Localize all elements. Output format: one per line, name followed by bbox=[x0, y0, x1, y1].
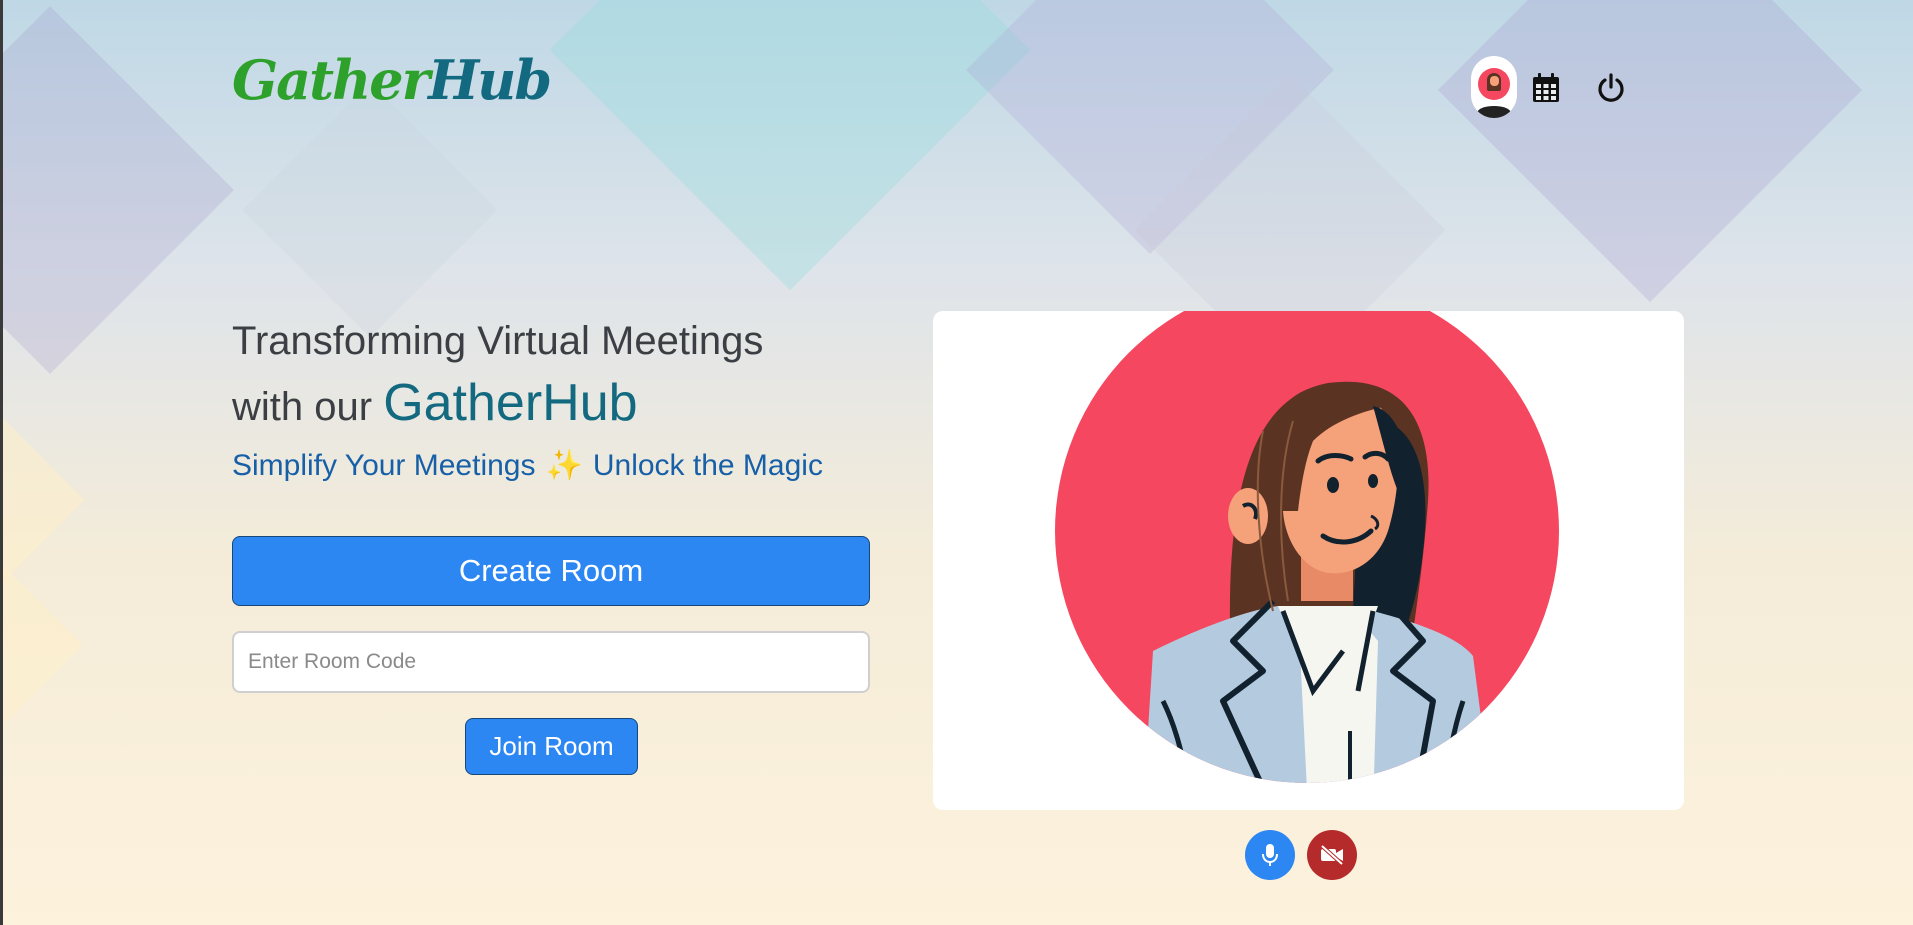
user-avatar-illustration bbox=[1055, 311, 1559, 783]
create-room-button[interactable]: Create Room bbox=[232, 536, 870, 606]
hero-title-prefix: with our bbox=[232, 385, 373, 429]
sparkles-icon: ✨ bbox=[545, 449, 583, 482]
window-edge bbox=[0, 0, 3, 925]
user-avatar-icon[interactable] bbox=[1471, 56, 1517, 118]
avatar-face bbox=[1490, 76, 1499, 86]
camera-preview bbox=[933, 311, 1684, 810]
hero-title-line1: Transforming Virtual Meetings bbox=[232, 319, 764, 363]
hero-tagline: Simplify Your Meetings ✨ Unlock the Magic bbox=[232, 448, 823, 483]
camera-toggle-button[interactable] bbox=[1307, 830, 1357, 880]
join-room-button[interactable]: Join Room bbox=[465, 718, 638, 775]
video-off-icon bbox=[1320, 844, 1344, 866]
power-icon[interactable] bbox=[1591, 68, 1631, 108]
microphone-toggle-button[interactable] bbox=[1245, 830, 1295, 880]
app-logo[interactable]: GatherHub bbox=[232, 48, 552, 112]
hero-title: Transforming Virtual Meetings with our G… bbox=[232, 310, 763, 438]
tagline-part1: Simplify Your Meetings bbox=[232, 449, 536, 482]
avatar-shadow bbox=[1477, 106, 1511, 118]
logo-text-hub: Hub bbox=[428, 48, 552, 112]
room-code-input[interactable] bbox=[232, 631, 870, 693]
logo-text-gather: Gather bbox=[232, 48, 430, 112]
microphone-icon bbox=[1262, 844, 1278, 866]
tagline-part2: Unlock the Magic bbox=[592, 449, 823, 482]
calendar-icon[interactable] bbox=[1526, 68, 1566, 108]
hero-title-brand: GatherHub bbox=[383, 374, 638, 432]
